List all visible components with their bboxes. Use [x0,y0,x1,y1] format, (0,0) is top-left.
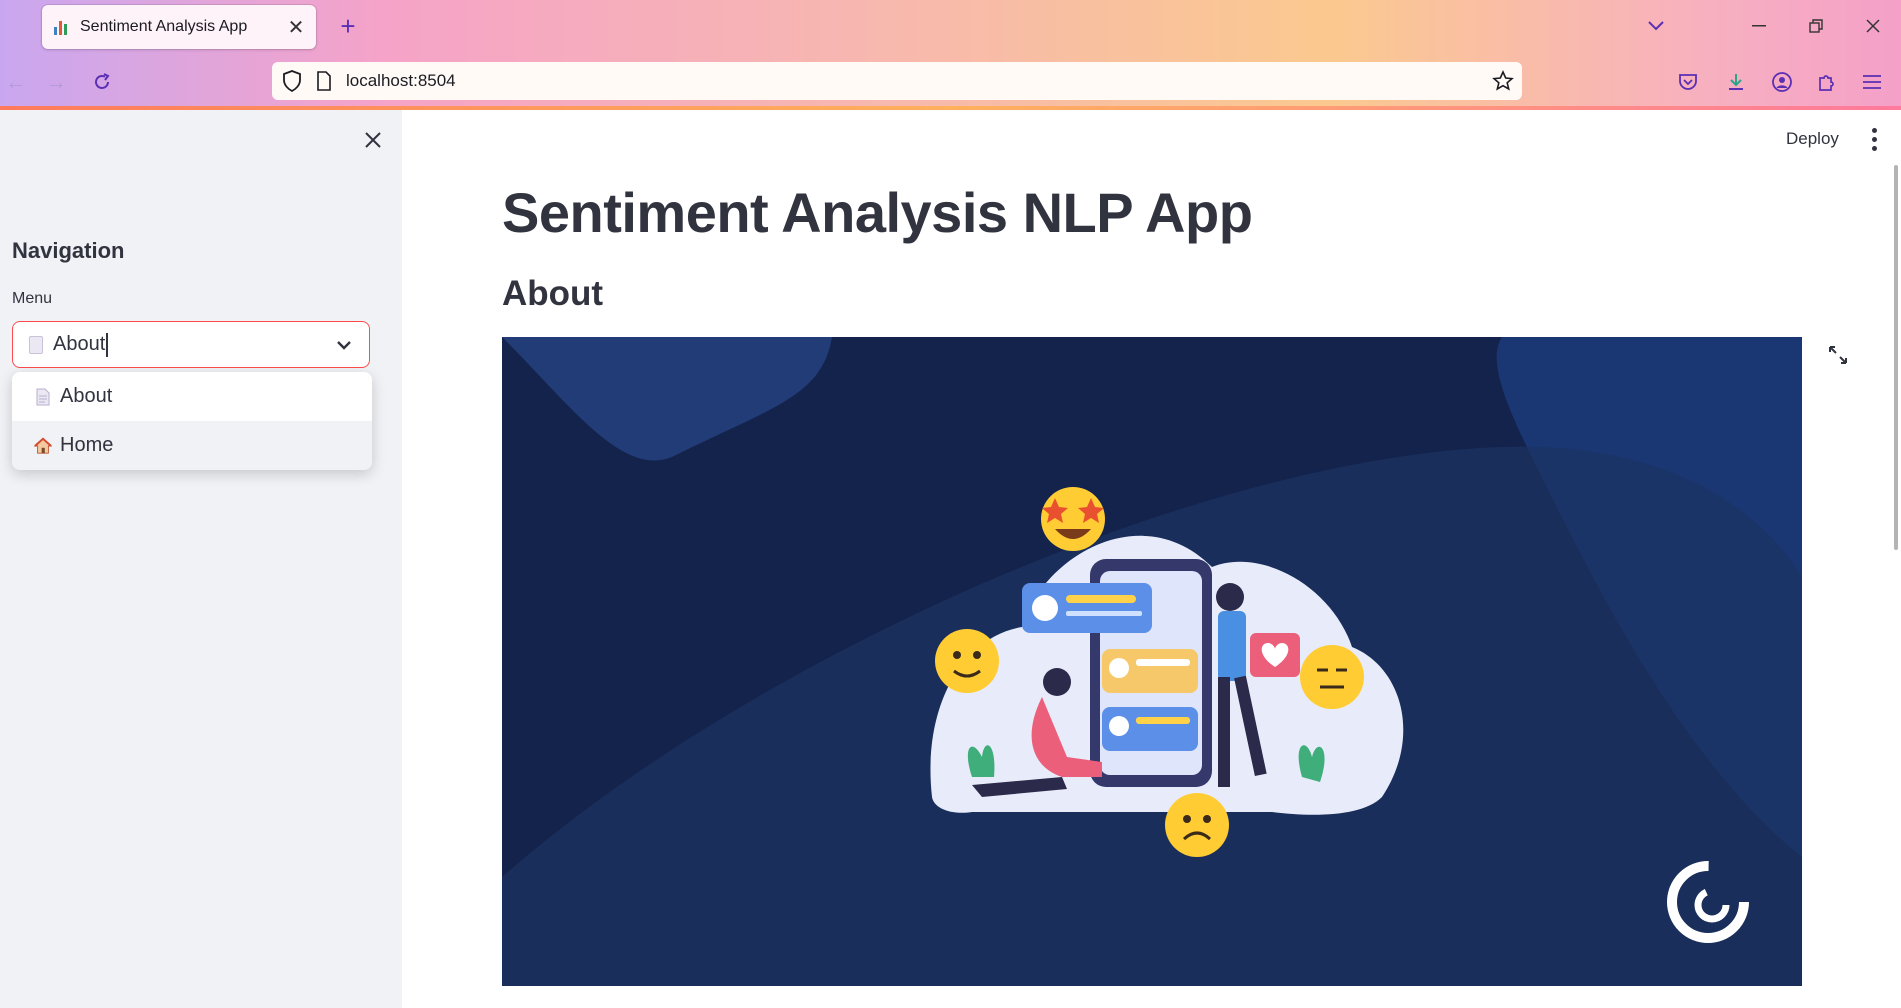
menu-select[interactable]: About [12,321,370,368]
menu-select-value[interactable]: About [53,333,105,356]
downloads-icon[interactable] [1720,66,1752,98]
account-icon[interactable] [1766,66,1798,98]
page-title: Sentiment Analysis NLP App [502,181,1253,244]
hero-image [502,337,1802,986]
page-icon [29,335,43,354]
bar-chart-icon [54,19,70,35]
menu-option-label: Home [60,434,114,456]
new-tab-button[interactable]: + [334,12,362,40]
tab-strip: Sentiment Analysis App ✕ + [0,0,1901,52]
chevron-down-icon[interactable] [333,334,355,356]
text-caret [106,332,109,357]
scrollbar[interactable] [1894,165,1898,550]
extensions-icon[interactable] [1811,66,1843,98]
bookmark-star-icon[interactable] [1492,70,1514,97]
menu-option-home[interactable]: Home [12,421,372,470]
sidebar-close-icon[interactable] [357,124,389,156]
menu-option-label: About [60,385,113,407]
menu-option-about[interactable]: About [12,372,372,421]
tab-title: Sentiment Analysis App [80,18,248,35]
minimize-icon[interactable] [1741,10,1777,42]
sidebar-heading: Navigation [12,238,125,263]
house-icon [34,436,52,456]
menu-dropdown: About Home [12,372,372,470]
fullscreen-expand-icon[interactable] [1823,340,1853,370]
forward-arrow-icon[interactable]: → [40,66,72,98]
shield-icon[interactable] [282,70,302,97]
tab-close-icon[interactable]: ✕ [282,13,310,41]
page-icon[interactable] [316,71,332,96]
restore-icon[interactable] [1798,10,1834,42]
hamburger-menu-icon[interactable] [1856,66,1888,98]
menu-label: Menu [12,290,53,307]
list-tabs-chevron-icon[interactable] [1638,10,1674,42]
page-icon [34,387,52,407]
main-menu-kebab-icon[interactable] [1862,124,1886,154]
browser-tab[interactable]: Sentiment Analysis App ✕ [42,5,316,49]
page-subheader: About [502,274,604,313]
deploy-button[interactable]: Deploy [1778,124,1847,154]
back-arrow-icon[interactable]: ← [0,66,32,98]
pocket-icon[interactable] [1672,66,1704,98]
url-text[interactable]: localhost:8504 [346,71,456,91]
window-close-icon[interactable] [1855,10,1891,42]
reload-icon[interactable] [86,66,118,98]
address-bar[interactable]: localhost:8504 [272,62,1522,100]
